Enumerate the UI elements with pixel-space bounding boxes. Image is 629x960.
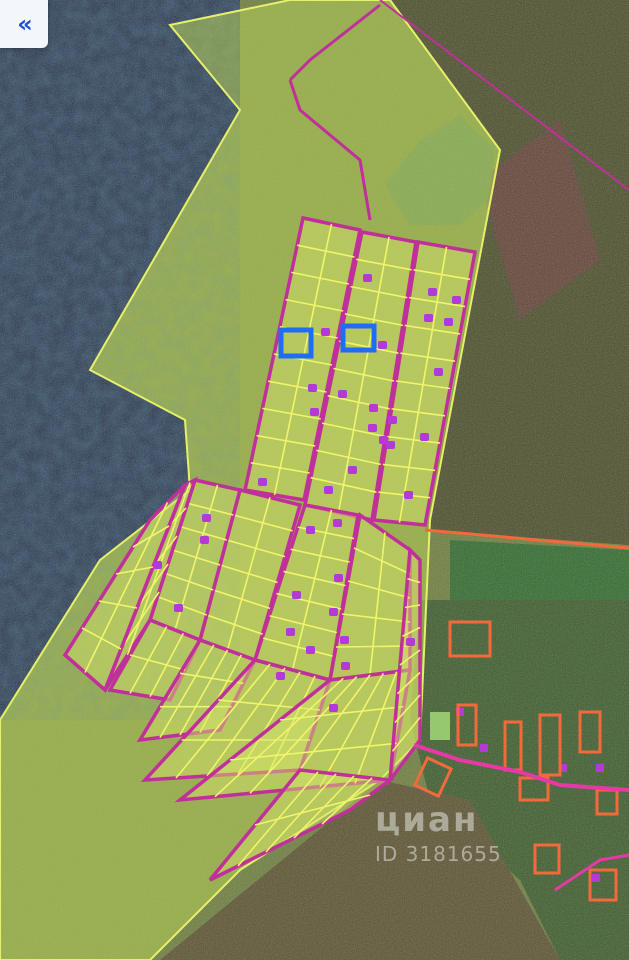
house-marker	[340, 636, 349, 644]
house-marker	[306, 646, 315, 654]
satellite-map[interactable]	[0, 0, 629, 960]
house-marker	[596, 764, 604, 772]
house-marker	[153, 561, 162, 569]
house-marker	[480, 744, 488, 752]
house-marker	[369, 404, 378, 412]
map-view[interactable]: « циан ID 3181655	[0, 0, 629, 960]
house-marker	[388, 416, 397, 424]
house-marker	[348, 466, 357, 474]
house-marker	[306, 526, 315, 534]
house-marker	[292, 591, 301, 599]
house-marker	[286, 628, 295, 636]
house-marker	[329, 704, 338, 712]
house-marker	[406, 638, 415, 646]
house-marker	[329, 608, 338, 616]
house-marker	[338, 390, 347, 398]
house-marker	[310, 408, 319, 416]
house-marker	[378, 341, 387, 349]
collapse-back-button[interactable]: «	[0, 0, 48, 48]
house-marker	[444, 318, 453, 326]
house-marker	[428, 288, 437, 296]
house-marker	[452, 296, 461, 304]
house-marker	[321, 328, 330, 336]
house-marker	[276, 672, 285, 680]
green-lot	[430, 712, 450, 740]
house-marker	[592, 874, 600, 882]
house-marker	[341, 662, 350, 670]
house-marker	[258, 478, 267, 486]
house-marker	[334, 574, 343, 582]
house-marker	[434, 368, 443, 376]
house-marker	[379, 436, 388, 444]
house-marker	[174, 604, 183, 612]
house-marker	[200, 536, 209, 544]
house-marker	[324, 486, 333, 494]
house-marker	[404, 491, 413, 499]
house-marker	[368, 424, 377, 432]
house-marker	[202, 514, 211, 522]
house-marker	[363, 274, 372, 282]
double-chevron-left-icon: «	[17, 10, 32, 38]
house-marker	[424, 314, 433, 322]
house-marker	[420, 433, 429, 441]
house-marker	[308, 384, 317, 392]
house-marker	[333, 519, 342, 527]
